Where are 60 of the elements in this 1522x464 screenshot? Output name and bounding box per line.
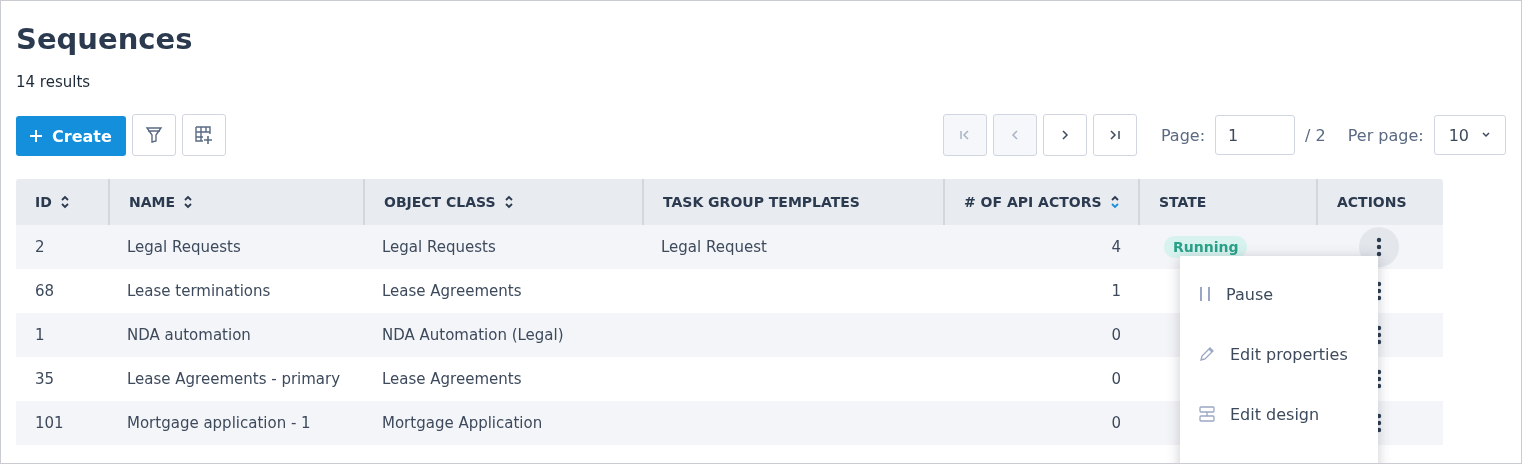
object-class-cell: NDA Automation (Legal) [382,326,564,344]
kebab-icon [1376,281,1382,301]
column-header[interactable]: NAME [129,194,176,210]
id-cell: 1 [35,326,45,344]
column-header: STATE [1159,194,1207,210]
kebab-icon [1376,369,1382,389]
api-actors-cell: 1 [1111,282,1121,300]
object-class-cell: Lease Agreements [382,282,522,300]
create-button[interactable]: Create [16,116,126,156]
id-cell: 35 [35,370,55,388]
menu-item[interactable]: Pause [1180,264,1378,324]
column-header: TASK GROUP TEMPLATES [663,194,860,210]
add-column-button[interactable] [181,114,226,156]
kebab-icon [1376,413,1382,433]
per-page-select[interactable]: 10 [1433,115,1506,155]
per-page-label: Per page: [1347,125,1424,145]
status-badge: Running [1164,236,1248,258]
caret-icon [1481,131,1491,139]
plus-icon [30,130,42,142]
menu-item[interactable]: Edit properties [1180,324,1378,384]
filter-button[interactable] [131,114,176,156]
skip-icon [1107,128,1122,142]
column-header: ACTIONS [1337,194,1407,210]
pause-icon [1198,286,1212,302]
id-cell: 2 [35,238,45,256]
column-header[interactable]: # OF API ACTORS [964,194,1102,210]
page-input[interactable]: 1 [1215,115,1296,155]
sort-icon[interactable] [183,194,194,210]
pencil-icon [1198,345,1216,363]
id-cell: 68 [35,282,55,300]
sort-icon[interactable] [503,194,514,210]
sort-icon[interactable] [1109,194,1120,210]
name-cell: Legal Requests [127,238,241,256]
object-class-cell: Legal Requests [382,238,496,256]
add-column-icon [193,125,214,145]
page-total: / 2 [1305,125,1326,145]
object-class-cell: Mortgage Application [382,414,543,432]
column-header[interactable]: OBJECT CLASS [384,194,496,210]
api-actors-cell: 0 [1111,326,1121,344]
column-header[interactable]: ID [35,194,52,210]
layout-icon [1198,405,1216,423]
name-cell: Mortgage application - 1 [127,414,311,432]
api-actors-cell: 0 [1111,414,1121,432]
filter-icon [144,126,163,144]
api-actors-cell: 0 [1111,370,1121,388]
sort-icon[interactable] [59,194,70,210]
api-actors-cell: 4 [1111,238,1121,256]
template-cell: Legal Request [661,238,767,256]
page-title: Sequences [16,21,194,58]
name-cell: Lease terminations [127,282,271,300]
name-cell: NDA automation [127,326,251,344]
name-cell: Lease Agreements - primary [127,370,341,388]
object-class-cell: Lease Agreements [382,370,522,388]
id-cell: 101 [35,414,64,432]
result-count: 14 results [16,73,92,91]
skip-icon [957,128,972,142]
page-label: Page: [1160,125,1206,145]
kebab-icon [1376,237,1382,257]
menu-item[interactable]: Edit design [1180,384,1378,444]
kebab-icon [1376,325,1382,345]
